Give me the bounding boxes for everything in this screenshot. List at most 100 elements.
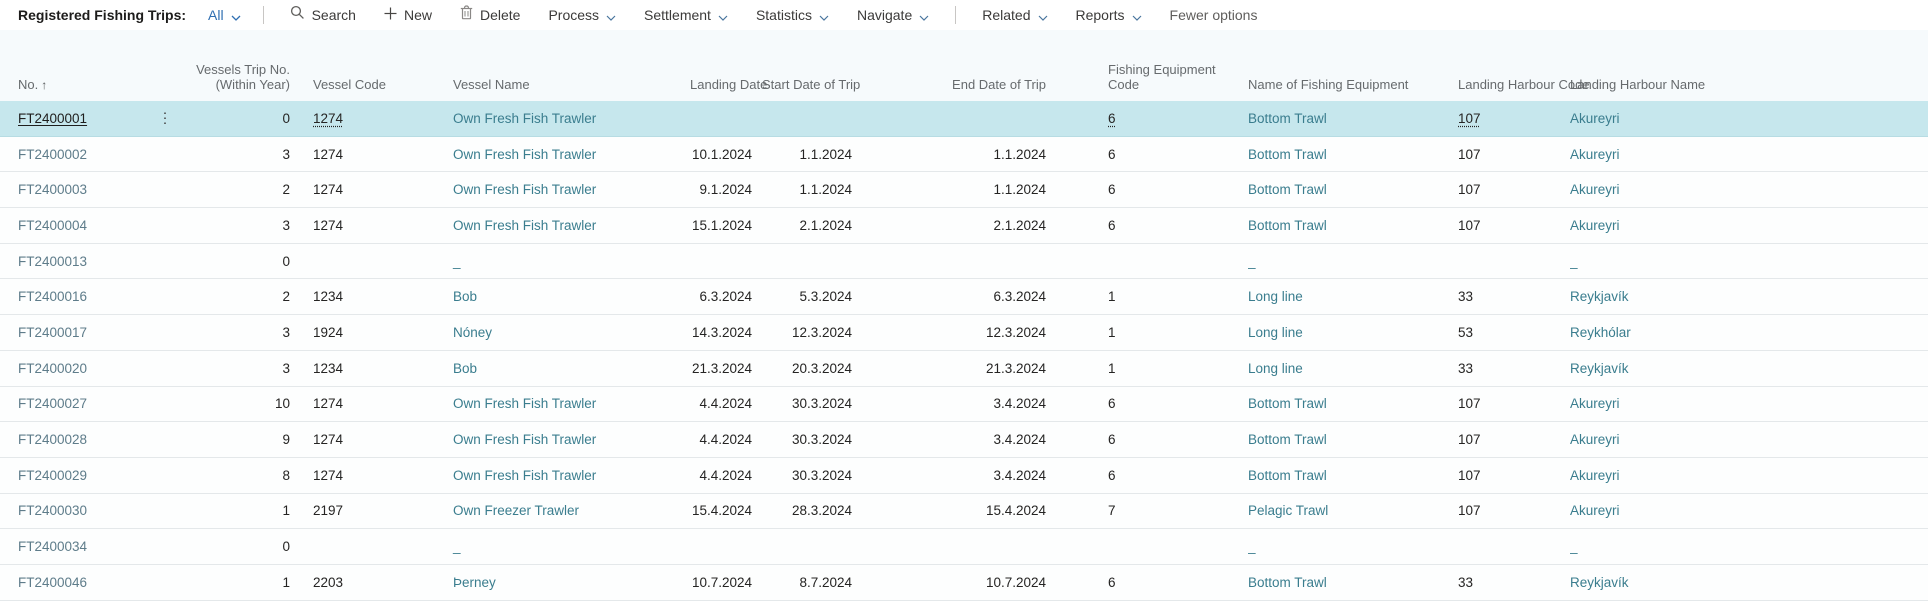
cell-start-date[interactable]: 28.3.2024 (762, 493, 858, 529)
cell-vessel-name[interactable]: _ (450, 243, 690, 279)
cell-no[interactable]: FT2400016 (0, 279, 185, 315)
cell-no[interactable]: FT2400030 (0, 493, 185, 529)
cell-landing-harbour-code[interactable]: 33 (1458, 564, 1570, 600)
fishing-equipment-name-link[interactable]: Long line (1248, 361, 1303, 376)
cell-landing-harbour-name[interactable]: Akureyri (1570, 208, 1928, 244)
cell-landing-harbour-code[interactable]: 107 (1458, 386, 1570, 422)
cell-vessels-trip-no[interactable]: 1 (185, 564, 295, 600)
column-header-landing-harbour-code[interactable]: Landing Harbour Code (1458, 30, 1570, 101)
cell-vessels-trip-no[interactable]: 3 (185, 208, 295, 244)
cell-vessel-code[interactable]: 1234 (295, 279, 450, 315)
cell-landing-harbour-code[interactable]: 33 (1458, 350, 1570, 386)
landing-harbour-name-link[interactable]: Akureyri (1570, 503, 1620, 518)
cell-landing-harbour-code[interactable]: 107 (1458, 493, 1570, 529)
cell-vessels-trip-no[interactable]: 10 (185, 386, 295, 422)
cell-vessel-code[interactable]: 1274 (295, 101, 450, 136)
cell-start-date[interactable]: 30.3.2024 (762, 457, 858, 493)
fishing-equipment-name-link[interactable]: Bottom Trawl (1248, 182, 1327, 197)
cell-vessel-name[interactable]: Own Fresh Fish Trawler (450, 136, 690, 172)
cell-fishing-equipment-code[interactable]: 7 (1048, 493, 1248, 529)
cell-name-of-fishing-equipment[interactable]: Bottom Trawl (1248, 386, 1458, 422)
cell-no[interactable]: FT2400046 (0, 564, 185, 600)
cell-fishing-equipment-code[interactable]: 6 (1048, 136, 1248, 172)
fishing-equipment-name-link[interactable]: Bottom Trawl (1248, 218, 1327, 233)
cell-fishing-equipment-code[interactable]: 1 (1048, 315, 1248, 351)
cell-landing-harbour-code[interactable]: 107 (1458, 136, 1570, 172)
cell-end-date[interactable]: 3.4.2024 (858, 386, 1048, 422)
cell-end-date[interactable]: 1.1.2024 (858, 136, 1048, 172)
cell-fishing-equipment-code[interactable]: 6 (1048, 386, 1248, 422)
cell-name-of-fishing-equipment[interactable]: Bottom Trawl (1248, 172, 1458, 208)
fishing-equipment-name-link[interactable]: Long line (1248, 289, 1303, 304)
vessel-name-link[interactable]: Own Fresh Fish Trawler (453, 432, 596, 447)
trip-no-link[interactable]: FT2400013 (18, 254, 87, 269)
cell-vessel-code[interactable]: 2197 (295, 493, 450, 529)
cell-fishing-equipment-code[interactable] (1048, 243, 1248, 279)
trip-no-link[interactable]: FT2400028 (18, 432, 87, 447)
cell-landing-date[interactable]: 6.3.2024 (690, 279, 762, 315)
vessel-name-link[interactable]: Þerney (453, 575, 496, 590)
delete-button[interactable]: Delete (460, 0, 520, 30)
cell-landing-harbour-name[interactable]: Akureyri (1570, 101, 1928, 136)
cell-no[interactable]: FT2400003 (0, 172, 185, 208)
cell-vessels-trip-no[interactable]: 2 (185, 279, 295, 315)
cell-start-date[interactable] (762, 243, 858, 279)
cell-vessel-name[interactable]: Bob (450, 350, 690, 386)
cell-vessels-trip-no[interactable]: 8 (185, 457, 295, 493)
cell-landing-harbour-code[interactable]: 107 (1458, 101, 1570, 136)
cell-no[interactable]: FT2400001 ⋮ (0, 101, 185, 136)
search-button[interactable]: Search (290, 0, 356, 30)
cell-vessels-trip-no[interactable]: 0 (185, 529, 295, 565)
fishing-equipment-name-link[interactable]: _ (1248, 539, 1256, 554)
fishing-equipment-name-link[interactable]: Bottom Trawl (1248, 432, 1327, 447)
cell-name-of-fishing-equipment[interactable]: Bottom Trawl (1248, 101, 1458, 136)
table-row[interactable]: FT2400027 10 1274 Own Fresh Fish Trawler… (0, 386, 1928, 422)
cell-fishing-equipment-code[interactable]: 6 (1048, 422, 1248, 458)
settlement-menu-button[interactable]: Settlement (644, 0, 728, 31)
cell-end-date[interactable]: 15.4.2024 (858, 493, 1048, 529)
column-header-name-of-fishing-equipment[interactable]: Name of Fishing Equipment (1248, 30, 1458, 101)
cell-landing-harbour-name[interactable]: Reykjavík (1570, 564, 1928, 600)
navigate-menu-button[interactable]: Navigate (857, 0, 929, 31)
cell-landing-date[interactable] (690, 529, 762, 565)
vessel-name-link[interactable]: Own Fresh Fish Trawler (453, 218, 596, 233)
table-row[interactable]: FT2400017 3 1924 Nóney 14.3.2024 12.3.20… (0, 315, 1928, 351)
cell-no[interactable]: FT2400028 (0, 422, 185, 458)
cell-name-of-fishing-equipment[interactable]: Bottom Trawl (1248, 136, 1458, 172)
cell-end-date[interactable]: 1.1.2024 (858, 172, 1048, 208)
cell-landing-date[interactable]: 10.1.2024 (690, 136, 762, 172)
cell-name-of-fishing-equipment[interactable]: Long line (1248, 315, 1458, 351)
cell-landing-date[interactable]: 15.1.2024 (690, 208, 762, 244)
vessel-name-link[interactable]: Own Fresh Fish Trawler (453, 111, 596, 126)
landing-harbour-name-link[interactable]: Akureyri (1570, 432, 1620, 447)
cell-landing-harbour-name[interactable]: Reykjavík (1570, 279, 1928, 315)
reports-menu-button[interactable]: Reports (1076, 0, 1142, 31)
landing-harbour-name-link[interactable]: _ (1570, 539, 1578, 554)
landing-harbour-name-link[interactable]: Reykjavík (1570, 289, 1629, 304)
cell-start-date[interactable] (762, 101, 858, 136)
trip-no-link[interactable]: FT2400016 (18, 289, 87, 304)
cell-landing-harbour-name[interactable]: Akureyri (1570, 136, 1928, 172)
cell-fishing-equipment-code[interactable] (1048, 529, 1248, 565)
cell-name-of-fishing-equipment[interactable]: Long line (1248, 279, 1458, 315)
cell-landing-harbour-code[interactable]: 107 (1458, 208, 1570, 244)
cell-landing-date[interactable]: 15.4.2024 (690, 493, 762, 529)
fishing-equipment-name-link[interactable]: Bottom Trawl (1248, 468, 1327, 483)
landing-harbour-name-link[interactable]: Akureyri (1570, 396, 1620, 411)
landing-harbour-name-link[interactable]: Akureyri (1570, 468, 1620, 483)
vessel-name-link[interactable]: Own Fresh Fish Trawler (453, 182, 596, 197)
cell-end-date[interactable]: 3.4.2024 (858, 422, 1048, 458)
cell-vessel-name[interactable]: Own Fresh Fish Trawler (450, 386, 690, 422)
fewer-options-button[interactable]: Fewer options (1170, 0, 1258, 30)
vessel-name-link[interactable]: _ (453, 254, 461, 269)
cell-landing-date[interactable]: 21.3.2024 (690, 350, 762, 386)
cell-vessel-name[interactable]: Þerney (450, 564, 690, 600)
cell-name-of-fishing-equipment[interactable]: Bottom Trawl (1248, 457, 1458, 493)
column-header-start-date[interactable]: Start Date of Trip (762, 30, 858, 101)
cell-vessels-trip-no[interactable]: 3 (185, 136, 295, 172)
trip-no-link[interactable]: FT2400017 (18, 325, 87, 340)
cell-vessel-name[interactable]: Bob (450, 279, 690, 315)
cell-fishing-equipment-code[interactable]: 6 (1048, 564, 1248, 600)
cell-start-date[interactable]: 30.3.2024 (762, 422, 858, 458)
fishing-equipment-name-link[interactable]: Bottom Trawl (1248, 111, 1327, 126)
